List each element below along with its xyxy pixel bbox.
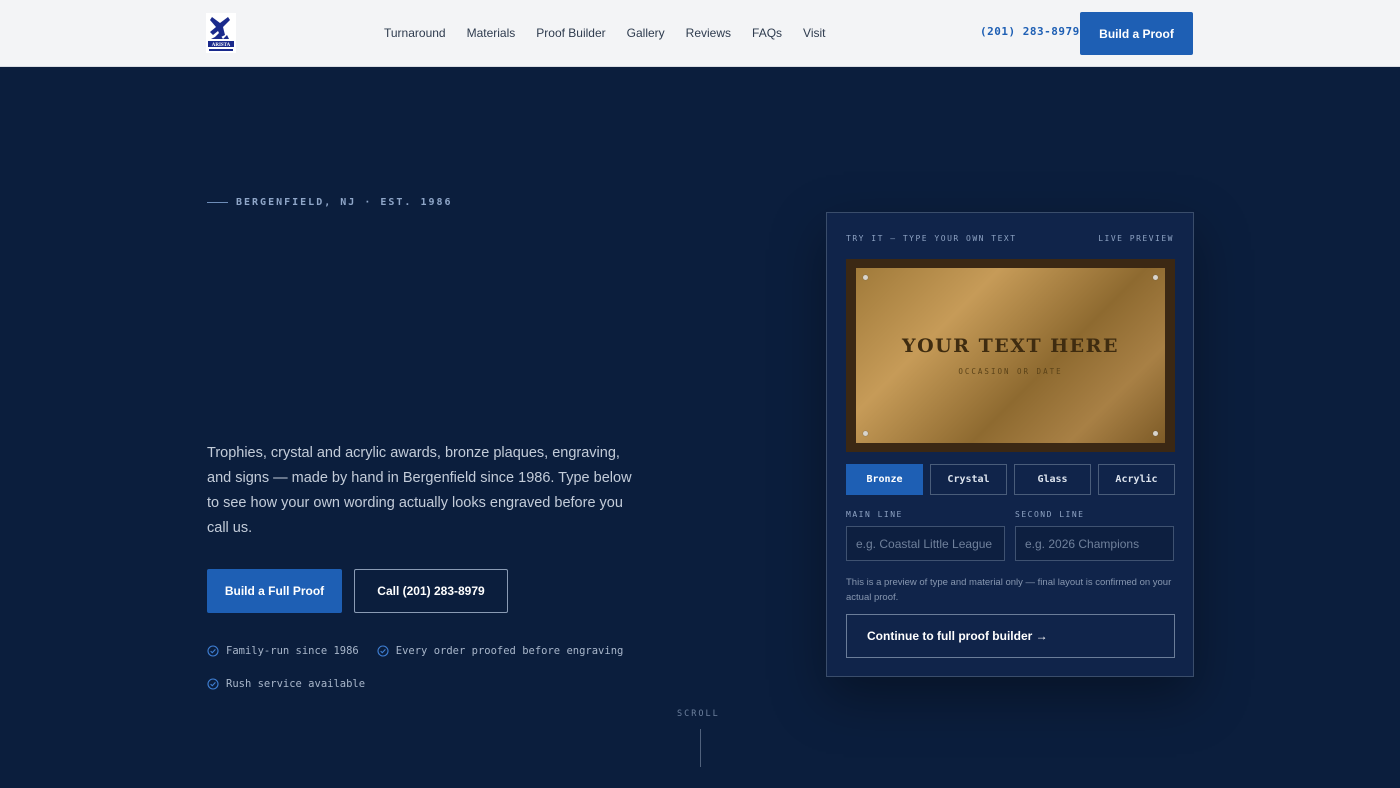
nav-reviews[interactable]: Reviews xyxy=(686,26,731,40)
nav-gallery[interactable]: Gallery xyxy=(627,26,665,40)
feature-text: Family-run since 1986 xyxy=(226,645,359,657)
second-line-label: SECOND LINE xyxy=(1015,510,1085,519)
card-header: TRY IT — TYPE YOUR OWN TEXT LIVE PREVIEW xyxy=(846,234,1174,243)
header-phone-link[interactable]: (201) 283-8979 xyxy=(980,25,1080,38)
site-header: ARISTA Turnaround Materials Proof Builde… xyxy=(0,0,1400,67)
nav-visit[interactable]: Visit xyxy=(803,26,825,40)
plaque-preview: YOUR TEXT HERE OCCASION OR DATE xyxy=(856,268,1165,443)
preview-note: This is a preview of type and material o… xyxy=(846,577,1172,603)
material-bronze-button[interactable]: Bronze xyxy=(846,464,923,495)
screw-icon xyxy=(1153,431,1158,436)
screw-icon xyxy=(863,431,868,436)
scroll-indicator-label: SCROLL xyxy=(677,709,720,719)
main-line-label: MAIN LINE xyxy=(846,510,903,519)
svg-text:ARISTA: ARISTA xyxy=(212,43,231,48)
feature-text: Rush service available xyxy=(226,678,366,690)
scroll-indicator-line xyxy=(700,729,701,767)
plaque-main-text: YOUR TEXT HERE xyxy=(902,335,1119,357)
material-acrylic-button[interactable]: Acrylic xyxy=(1098,464,1175,495)
nav-faqs[interactable]: FAQs xyxy=(752,26,782,40)
plaque-sub-text: OCCASION OR DATE xyxy=(958,367,1063,376)
feature-item: Family-run since 1986 xyxy=(207,645,359,657)
plaque-frame: YOUR TEXT HERE OCCASION OR DATE xyxy=(846,259,1175,452)
feature-list: Family-run since 1986 Every order proofe… xyxy=(207,645,667,690)
check-circle-icon xyxy=(207,678,219,690)
live-preview-label: LIVE PREVIEW xyxy=(1098,234,1174,243)
second-line-input[interactable] xyxy=(1015,526,1174,561)
material-selector: Bronze Crystal Glass Acrylic xyxy=(846,464,1175,495)
nav-materials[interactable]: Materials xyxy=(467,26,516,40)
eyebrow-text: BERGENFIELD, NJ · EST. 1986 xyxy=(236,197,453,208)
screw-icon xyxy=(863,275,868,280)
screw-icon xyxy=(1153,275,1158,280)
nav-proof-builder[interactable]: Proof Builder xyxy=(536,26,605,40)
build-proof-button[interactable]: Build a Proof xyxy=(1080,12,1193,55)
feature-item: Rush service available xyxy=(207,678,365,690)
hero-description: Trophies, crystal and acrylic awards, br… xyxy=(207,445,632,536)
nav-turnaround[interactable]: Turnaround xyxy=(384,26,446,40)
card-title: TRY IT — TYPE YOUR OWN TEXT xyxy=(846,234,1017,243)
arista-logo[interactable]: ARISTA xyxy=(206,13,236,53)
main-nav: Turnaround Materials Proof Builder Galle… xyxy=(384,0,826,66)
eyebrow-divider xyxy=(207,202,228,203)
feature-text: Every order proofed before engraving xyxy=(395,645,624,657)
call-button[interactable]: Call (201) 283-8979 xyxy=(354,569,508,613)
material-crystal-button[interactable]: Crystal xyxy=(930,464,1007,495)
main-line-input[interactable] xyxy=(846,526,1005,561)
location-eyebrow: BERGENFIELD, NJ · EST. 1986 xyxy=(207,197,453,208)
live-preview-card: TRY IT — TYPE YOUR OWN TEXT LIVE PREVIEW… xyxy=(826,212,1194,677)
feature-item: Every order proofed before engraving xyxy=(377,645,624,657)
check-circle-icon xyxy=(207,645,219,657)
material-glass-button[interactable]: Glass xyxy=(1014,464,1091,495)
continue-proof-builder-button[interactable]: Continue to full proof builder → xyxy=(846,614,1175,658)
check-circle-icon xyxy=(377,645,389,657)
build-full-proof-button[interactable]: Build a Full Proof xyxy=(207,569,342,613)
